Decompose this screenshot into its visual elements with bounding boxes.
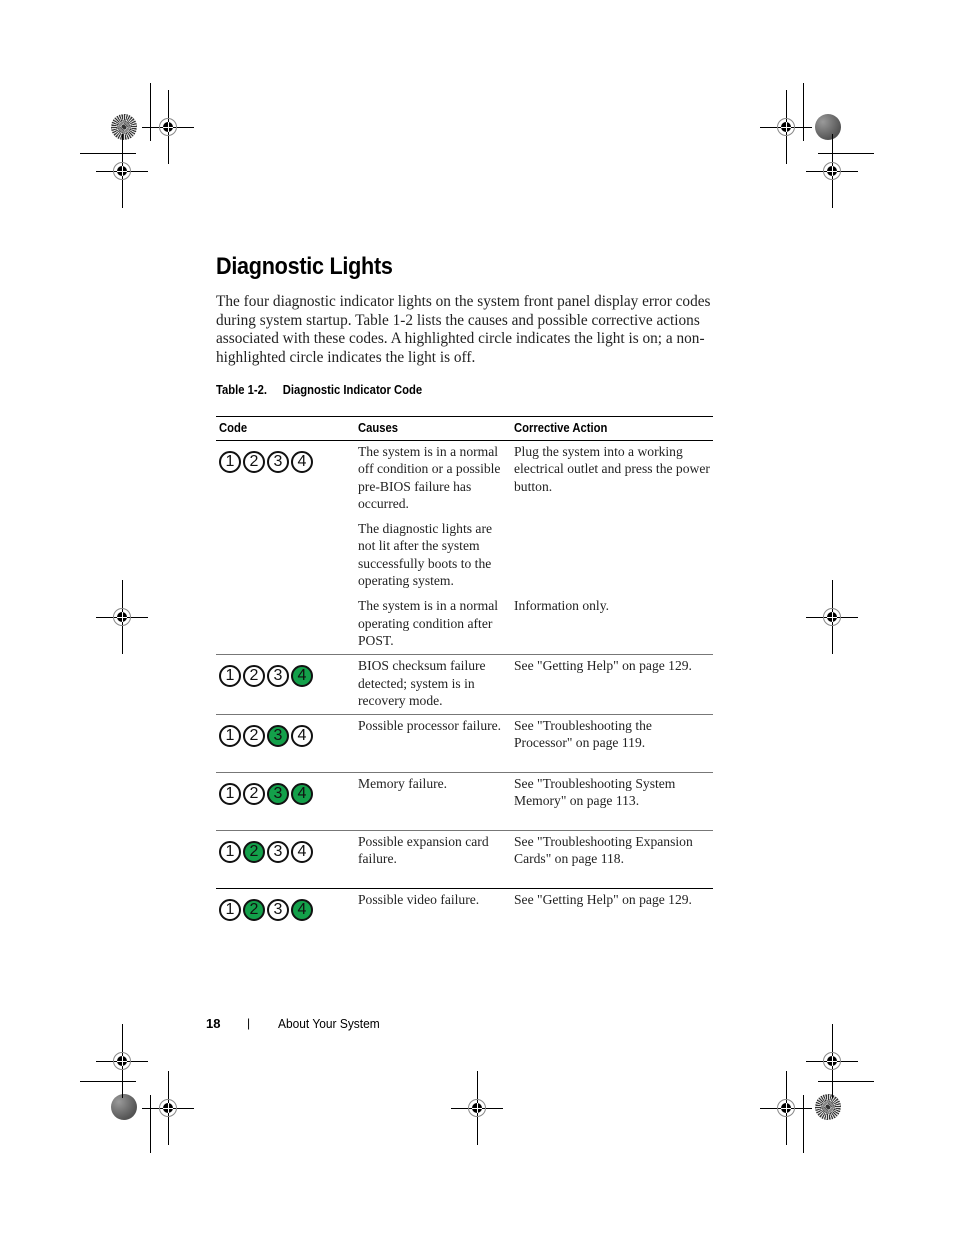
indicator-light-4-off-icon: 4 — [291, 841, 313, 864]
indicator-light-4-off-icon: 4 — [291, 725, 313, 748]
crop-mark-line — [818, 153, 874, 154]
indicator-light-2-on-icon: 2 — [243, 841, 265, 864]
table-row: 1 2 3 4 Possible processor failure. See "Trou… — [216, 714, 713, 774]
indicator-light-2-off-icon: 2 — [243, 665, 265, 688]
indicator-light-1-off-icon: 1 — [219, 725, 241, 748]
crop-mark-line — [818, 1081, 874, 1082]
starburst-target-icon — [111, 114, 137, 140]
indicator-light-2-off-icon: 2 — [243, 783, 265, 806]
table-row: 1 2 3 4 Memory failure. See "Troubleshooting … — [216, 772, 713, 832]
diagnostic-lights: 1234 — [219, 891, 352, 922]
cause-cell: The system is in a normal operating cond… — [355, 595, 511, 656]
indicator-light-3-off-icon: 3 — [267, 841, 289, 864]
code-cell: 1234 — [216, 440, 355, 656]
indicator-light-1-off-icon: 1 — [219, 665, 241, 688]
indicator-light-1-off-icon: 1 — [219, 451, 241, 473]
corrective-action-cell: See "Troubleshooting Expansion Cards" on… — [511, 830, 713, 890]
footer-section-title: About Your System — [278, 1016, 380, 1031]
crop-mark-line — [80, 153, 136, 154]
diagnostic-lights: 1234 — [219, 717, 352, 748]
indicator-light-3-off-icon: 3 — [267, 899, 289, 922]
table-row: 1 2 3 4 BIOS checksum failure detected; syst… — [216, 654, 713, 716]
crop-mark-line — [150, 1095, 151, 1153]
corrective-action-cell: Information only. — [511, 595, 713, 656]
indicator-light-1-off-icon: 1 — [219, 899, 241, 922]
code-cell: 1234 — [216, 714, 355, 774]
indicator-light-2-off-icon: 2 — [243, 451, 265, 473]
diagnostic-lights: 1234 — [219, 443, 352, 473]
crop-mark-line — [803, 1095, 804, 1153]
corrective-action-cell: See "Getting Help" on page 129. — [511, 654, 713, 716]
code-cell: 1234 — [216, 654, 355, 716]
cause-cell: Possible expansion card failure. — [355, 830, 511, 890]
header-code: Code — [216, 416, 355, 441]
diagnostic-lights: 1234 — [219, 775, 352, 806]
indicator-light-1-off-icon: 1 — [219, 783, 241, 806]
cause-cell: The system is in a normal off condition … — [358, 444, 501, 511]
starburst-target-icon — [815, 1094, 841, 1120]
corrective-action-cell: See "Troubleshooting System Memory" on p… — [511, 772, 713, 832]
diagnostic-lights: 1234 — [219, 657, 352, 688]
table-row: 1 2 3 4 Possible expansion card failure. See … — [216, 830, 713, 890]
indicator-light-2-on-icon: 2 — [243, 899, 265, 922]
table-caption: Table 1-2. Diagnostic Indicator Code — [216, 383, 422, 397]
table-header-row: Code Causes Corrective Action — [216, 416, 713, 441]
page-number: 18 — [206, 1016, 221, 1031]
color-density-patch-icon — [815, 114, 841, 140]
footer-separator: | — [247, 1016, 251, 1030]
cause-cell: Possible video failure. — [358, 892, 480, 908]
crop-mark-line — [80, 1081, 136, 1082]
indicator-light-2-off-icon: 2 — [243, 725, 265, 748]
code-cell: 1234 — [216, 830, 355, 890]
header-causes: Causes — [355, 416, 511, 441]
diagnostic-lights: 1234 — [219, 833, 352, 864]
table-caption-number: Table 1-2. — [216, 383, 268, 397]
corrective-action-cell: See "Getting Help" on page 129. — [514, 892, 692, 908]
cause-cell: BIOS checksum failure detected; system i… — [355, 654, 511, 716]
code-cell: 1234 — [216, 772, 355, 832]
crop-mark-line — [150, 83, 151, 141]
indicator-light-4-on-icon: 4 — [291, 665, 313, 688]
table-row: 1 2 3 4 The system is in a normal off condit… — [216, 440, 713, 656]
indicator-light-4-on-icon: 4 — [291, 783, 313, 806]
header-corrective-action: Corrective Action — [511, 416, 713, 441]
table-row: 1 2 3 4 Possible video failure. See "Getting … — [216, 889, 713, 947]
indicator-light-4-off-icon: 4 — [291, 451, 313, 473]
indicator-light-3-off-icon: 3 — [267, 665, 289, 688]
cause-cell: Possible processor failure. — [355, 714, 511, 774]
indicator-light-1-off-icon: 1 — [219, 841, 241, 864]
intro-paragraph: The four diagnostic indicator lights on … — [216, 293, 711, 367]
cause-cell: Memory failure. — [355, 772, 511, 832]
page-heading: Diagnostic Lights — [216, 253, 393, 280]
diagnostic-indicator-table: Code Causes Corrective Action 1 2 3 4 The sy… — [216, 416, 713, 946]
indicator-light-4-on-icon: 4 — [291, 899, 313, 922]
corrective-action-cell: See "Troubleshooting the Processor" on p… — [511, 714, 713, 774]
indicator-light-3-off-icon: 3 — [267, 451, 289, 473]
corrective-action-cell: Plug the system into a working electrica… — [514, 444, 710, 494]
code-cell: 1234 — [216, 889, 355, 947]
crop-mark-line — [803, 83, 804, 141]
indicator-light-3-on-icon: 3 — [267, 783, 289, 806]
table-caption-title: Diagnostic Indicator Code — [282, 383, 423, 397]
indicator-light-3-on-icon: 3 — [267, 725, 289, 748]
color-density-patch-icon — [111, 1094, 137, 1120]
corrective-action-cell — [511, 518, 713, 595]
cause-cell: The diagnostic lights are not lit after … — [358, 521, 493, 589]
